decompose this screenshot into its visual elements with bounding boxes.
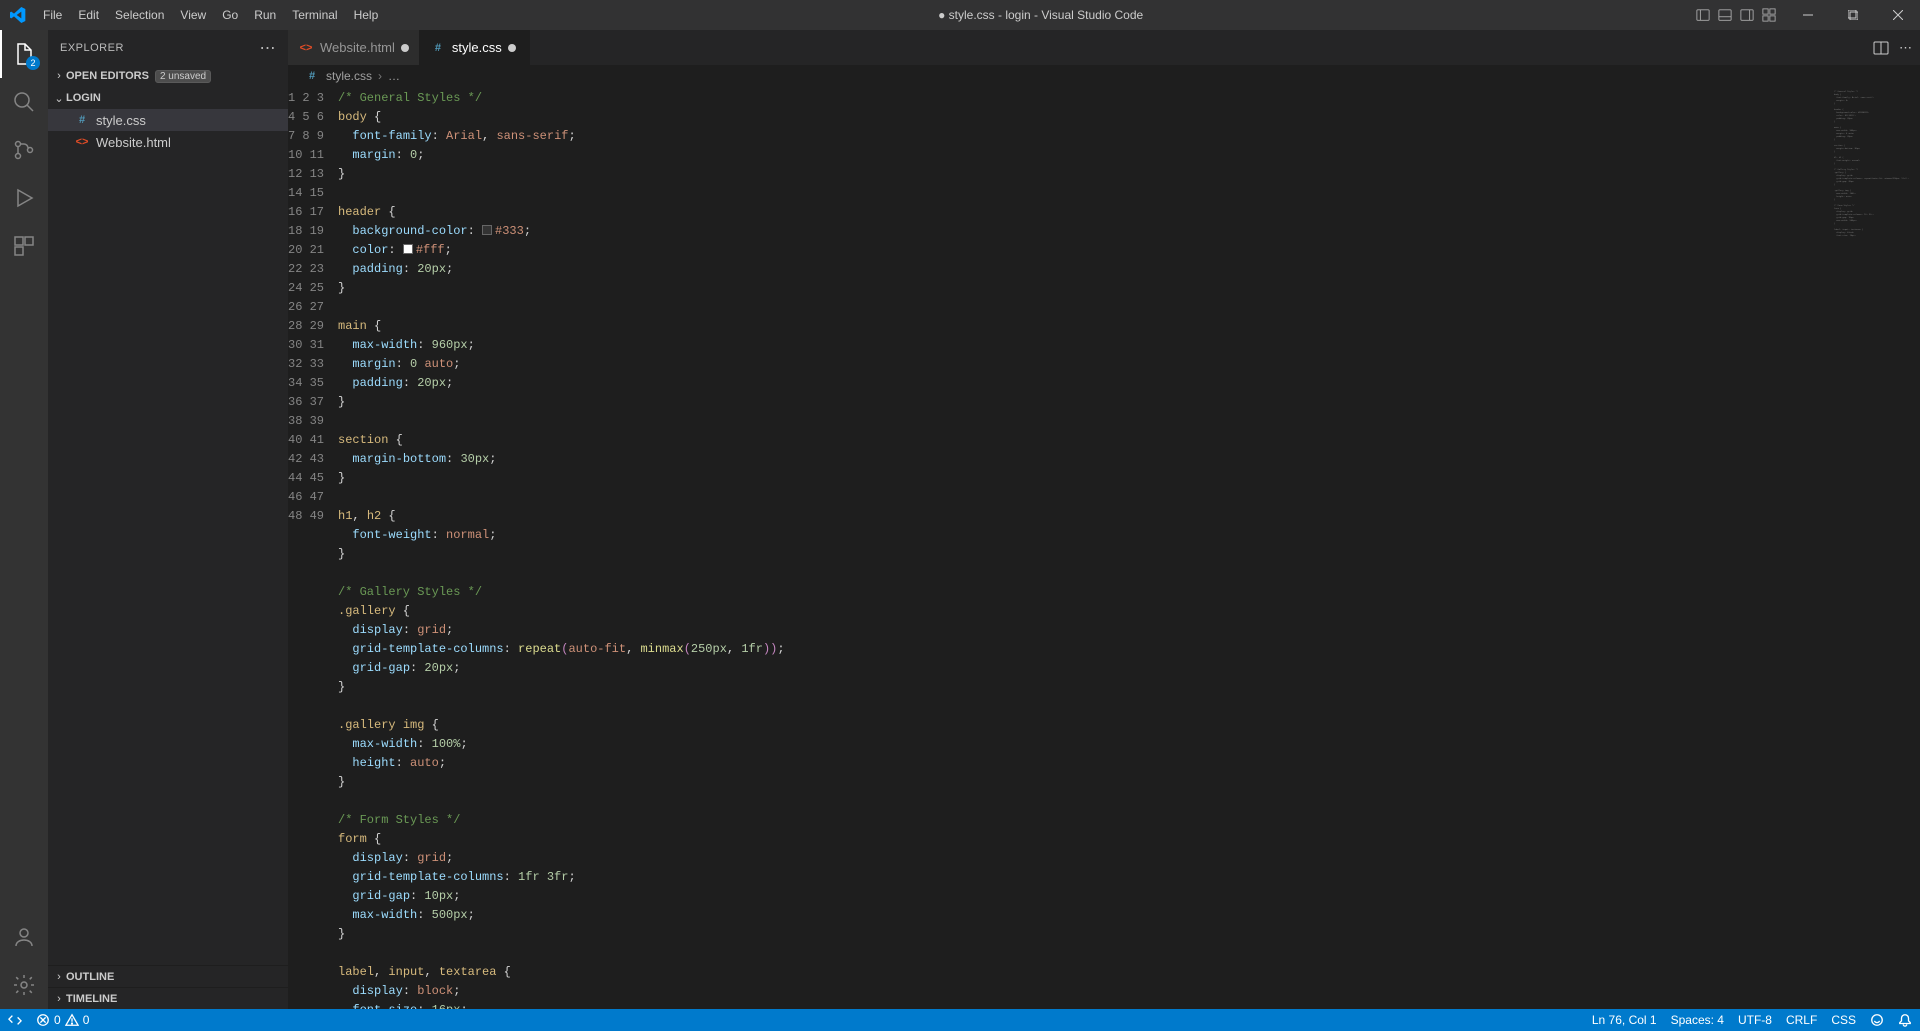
editor-tab[interactable]: <> Website.html [288,30,420,65]
problems-status[interactable]: 0 0 [36,1013,89,1027]
line-number-gutter: 1 2 3 4 5 6 7 8 9 10 11 12 13 14 15 16 1… [288,87,338,1009]
editor-group: <>Website.html#style.css ⋯ # style.css ›… [288,30,1920,1009]
accounts-activity[interactable] [0,913,48,961]
outline-label: OUTLINE [66,971,114,983]
activity-bar: 2 [0,30,48,1009]
tab-label: Website.html [320,40,395,55]
timeline-label: TIMELINE [66,993,117,1005]
maximize-button[interactable] [1830,0,1875,30]
html-file-icon: <> [74,134,90,150]
menu-run[interactable]: Run [246,0,284,30]
breadcrumb-ellipsis: … [388,69,400,83]
chevron-right-icon: › [52,993,66,1005]
color-swatch-icon [482,225,492,235]
dirty-indicator-icon [508,44,516,52]
css-file-icon: # [430,40,446,56]
menu-go[interactable]: Go [214,0,246,30]
folder-section[interactable]: ⌄ LOGIN [48,87,288,109]
code-editor[interactable]: /* General Styles */body { font-family: … [338,87,1830,1009]
dirty-indicator-icon [401,44,409,52]
menu-terminal[interactable]: Terminal [284,0,345,30]
status-bar: 0 0 Ln 76, Col 1 Spaces: 4 UTF-8 CRLF CS… [0,1009,1920,1031]
language-status[interactable]: CSS [1831,1013,1856,1027]
feedback-icon[interactable] [1870,1013,1884,1027]
file-name: style.css [96,113,146,128]
unsaved-badge: 2 unsaved [155,70,211,83]
run-debug-activity[interactable] [0,174,48,222]
notifications-icon[interactable] [1898,1013,1912,1027]
more-actions-icon[interactable]: ⋯ [1899,40,1912,56]
color-swatch-icon [403,244,413,254]
search-activity[interactable] [0,78,48,126]
outline-section[interactable]: › OUTLINE [48,965,288,987]
indentation-status[interactable]: Spaces: 4 [1671,1013,1724,1027]
editor-tab[interactable]: # style.css [420,30,530,65]
breadcrumb[interactable]: # style.css › … [288,65,1920,87]
vscode-logo-icon [0,7,35,23]
breadcrumb-file: style.css [326,69,372,83]
file-item[interactable]: # style.css [48,109,288,131]
minimize-button[interactable] [1785,0,1830,30]
tab-label: style.css [452,40,502,55]
folder-label: LOGIN [66,92,101,104]
error-count: 0 [54,1013,61,1027]
sidebar-more-icon[interactable]: ⋯ [260,38,277,58]
open-editors-section[interactable]: › OPEN EDITORS 2 unsaved [48,65,288,87]
editor-tabs: <> Website.html # style.css ⋯ [288,30,1920,65]
warning-count: 0 [83,1013,90,1027]
close-button[interactable] [1875,0,1920,30]
title-bar: FileEditSelectionViewGoRunTerminalHelp ●… [0,0,1920,30]
customize-layout-icon[interactable] [1761,7,1777,23]
chevron-right-icon: › [378,69,382,83]
timeline-section[interactable]: › TIMELINE [48,987,288,1009]
window-controls [1785,0,1920,30]
file-name: Website.html [96,135,171,150]
sidebar-header: EXPLORER ⋯ [48,30,288,65]
menu-edit[interactable]: Edit [70,0,107,30]
split-editor-icon[interactable] [1873,40,1889,56]
sidebar-title: EXPLORER [60,42,124,54]
chevron-right-icon: › [52,70,66,82]
menu-selection[interactable]: Selection [107,0,172,30]
file-item[interactable]: <> Website.html [48,131,288,153]
explorer-activity[interactable]: 2 [0,30,48,78]
minimap[interactable]: /* General Styles */ body { font-family:… [1830,87,1920,1009]
html-file-icon: <> [298,40,314,56]
css-file-icon: # [74,112,90,128]
settings-activity[interactable] [0,961,48,1009]
explorer-badge: 2 [26,56,40,70]
remote-indicator[interactable] [8,1013,22,1027]
source-control-activity[interactable] [0,126,48,174]
cursor-position[interactable]: Ln 76, Col 1 [1592,1013,1657,1027]
menu-view[interactable]: View [172,0,214,30]
menu-help[interactable]: Help [346,0,387,30]
extensions-activity[interactable] [0,222,48,270]
toggle-panel-bottom-icon[interactable] [1717,7,1733,23]
explorer-sidebar: EXPLORER ⋯ › OPEN EDITORS 2 unsaved ⌄ LO… [48,30,288,1009]
layout-controls [1695,7,1777,23]
css-file-icon: # [304,68,320,84]
menu-file[interactable]: File [35,0,70,30]
menu-bar: FileEditSelectionViewGoRunTerminalHelp [35,0,386,30]
toggle-panel-left-icon[interactable] [1695,7,1711,23]
eol-status[interactable]: CRLF [1786,1013,1817,1027]
encoding-status[interactable]: UTF-8 [1738,1013,1772,1027]
chevron-right-icon: › [52,971,66,983]
chevron-down-icon: ⌄ [52,92,66,105]
toggle-panel-right-icon[interactable] [1739,7,1755,23]
window-title: ● style.css - login - Visual Studio Code [386,8,1695,22]
open-editors-label: OPEN EDITORS [66,70,149,82]
